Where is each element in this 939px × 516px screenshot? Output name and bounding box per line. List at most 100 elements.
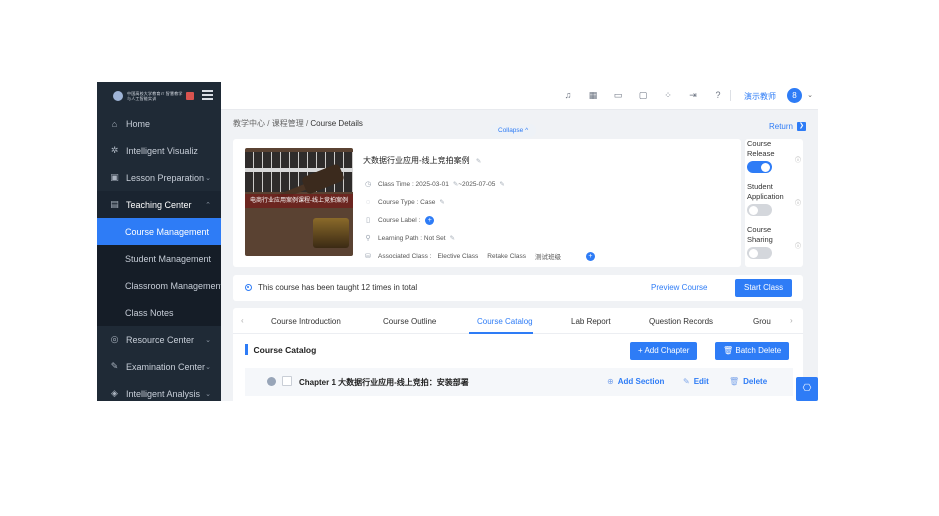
- sidebar-item-teaching-center[interactable]: ▤ Teaching Center ⌃: [97, 191, 221, 218]
- student-application-toggle[interactable]: [747, 204, 772, 216]
- section-title: Course Catalog: [245, 344, 316, 355]
- course-settings-panel: Course Release ⓘ Student Application ⓘ C…: [745, 139, 803, 267]
- calendar-icon[interactable]: ▦: [588, 90, 598, 101]
- class-time-end: ~2025-07-05: [458, 180, 496, 188]
- course-info-card: 电商行业应用案例课程-线上竞拍案例 大数据行业应用-线上竞拍案例 ✎ ◷ Cla…: [233, 139, 741, 267]
- return-label: Return: [768, 122, 793, 131]
- tag-icon: ▯: [366, 217, 370, 224]
- chevron-down-icon: ⌄: [205, 390, 211, 398]
- lesson-icon: ▣: [110, 172, 119, 182]
- sidebar: 中国高校大学教育IT 智慧教学与人工智能实训 ⌂ Home ✲ Intellig…: [97, 82, 221, 401]
- toggle-knob: [761, 162, 770, 172]
- course-release-toggle[interactable]: [747, 161, 772, 173]
- sidebar-item-intelligent-visualization[interactable]: ✲ Intelligent Visualiz: [97, 137, 221, 164]
- tab-lab-report[interactable]: Lab Report: [571, 317, 611, 326]
- sidebar-item-label: Course Management: [125, 226, 210, 237]
- tab-group[interactable]: Grou: [753, 317, 783, 326]
- edit-icon: ✎: [683, 377, 690, 386]
- collapse-button[interactable]: Collapse ^: [490, 124, 537, 137]
- help-icon[interactable]: ⓘ: [795, 198, 801, 207]
- add-chapter-button[interactable]: + Add Chapter: [630, 342, 698, 360]
- class-group-icon: ⛁: [365, 253, 371, 260]
- edit-button[interactable]: ✎ Edit: [683, 377, 709, 386]
- sidebar-item-classroom-management[interactable]: Classroom Management: [97, 272, 221, 299]
- tabs-scroll-left-icon[interactable]: ‹: [241, 316, 244, 325]
- tab-course-catalog[interactable]: Course Catalog: [477, 317, 533, 326]
- assistant-float-button[interactable]: ⎔: [796, 377, 818, 401]
- logo-badge-icon: [186, 92, 194, 100]
- document-icon[interactable]: ▢: [638, 90, 648, 101]
- sidebar-item-lesson-preparation[interactable]: ▣ Lesson Preparation ⌄: [97, 164, 221, 191]
- add-circle-icon: ⊕: [607, 377, 614, 386]
- chevron-down-icon[interactable]: ⌄: [807, 91, 813, 99]
- info-dot-icon: [245, 284, 252, 291]
- sidebar-item-intelligent-analysis[interactable]: ◈ Intelligent Analysis ⌄: [97, 380, 221, 401]
- batch-delete-button[interactable]: 🗑 Batch Delete: [715, 342, 790, 360]
- class-tag: Retake Class: [487, 252, 526, 260]
- delete-label: Delete: [743, 377, 768, 386]
- help-icon[interactable]: ⓘ: [795, 155, 801, 164]
- start-class-button[interactable]: Start Class: [735, 279, 793, 297]
- tab-course-outline[interactable]: Course Outline: [383, 317, 436, 326]
- breadcrumb-current: Course Details: [310, 119, 363, 128]
- sidebar-nav: ⌂ Home ✲ Intelligent Visualiz ▣ Lesson P…: [97, 110, 221, 401]
- course-title: 大数据行业应用-线上竞拍案例: [363, 156, 470, 165]
- expand-toggle-icon[interactable]: [267, 377, 276, 386]
- sidebar-item-label: Examination Center: [126, 361, 206, 372]
- export-icon[interactable]: ⇥: [688, 90, 698, 101]
- help-icon[interactable]: ?: [713, 90, 723, 101]
- return-arrow-icon: ❯: [797, 122, 806, 131]
- menu-fold-icon[interactable]: [202, 90, 213, 100]
- add-label-icon[interactable]: +: [425, 215, 435, 225]
- catalog-title: Course Catalog: [253, 344, 317, 355]
- sidebar-item-course-management[interactable]: Course Management: [97, 218, 221, 245]
- breadcrumb-separator: /: [267, 119, 270, 128]
- learning-path: Learning Path : Not Set: [378, 234, 446, 242]
- sidebar-item-student-management[interactable]: Student Management: [97, 245, 221, 272]
- course-sharing-toggle[interactable]: [747, 247, 772, 259]
- tab-course-introduction[interactable]: Course Introduction: [271, 317, 341, 326]
- chapter-row: Chapter 1 大数据行业应用-线上竞拍：安装部署 ⊕ Add Section…: [245, 368, 793, 396]
- chevron-down-icon: ⌄: [205, 336, 211, 344]
- message-icon[interactable]: ▭: [613, 90, 623, 101]
- trash-icon: 🗑: [723, 346, 734, 355]
- logo-emblem-icon: [113, 91, 123, 101]
- breadcrumb-teaching-center[interactable]: 教学中心: [233, 119, 265, 128]
- fullscreen-icon[interactable]: ⁘: [663, 90, 673, 101]
- preview-course-link[interactable]: Preview Course: [651, 283, 707, 292]
- course-title-row: 大数据行业应用-线上竞拍案例 ✎: [363, 155, 595, 166]
- toggle-knob: [749, 248, 758, 258]
- tabs-scroll-right-icon[interactable]: ›: [790, 316, 793, 325]
- course-release-setting: Course Release ⓘ: [747, 139, 801, 173]
- bell-icon[interactable]: ♫: [563, 90, 573, 101]
- avatar[interactable]: 8: [787, 88, 802, 103]
- sidebar-item-examination-center[interactable]: ✎ Examination Center ⌄: [97, 353, 221, 380]
- breadcrumb-separator: /: [305, 119, 309, 128]
- course-details: 大数据行业应用-线上竞拍案例 ✎ ◷ Class Time : 2025-03-…: [363, 155, 595, 265]
- chapter-checkbox[interactable]: [282, 376, 292, 386]
- exam-icon: ✎: [110, 361, 119, 371]
- return-link[interactable]: Return ❯: [769, 122, 806, 131]
- sidebar-item-resource-center[interactable]: ◎ Resource Center ⌄: [97, 326, 221, 353]
- resource-icon: ◎: [110, 334, 119, 344]
- edit-pencil-icon[interactable]: ✎: [439, 198, 444, 206]
- taught-count: This course has been taught 12 times in …: [245, 283, 417, 292]
- user-name[interactable]: 演示教师: [744, 91, 776, 102]
- edit-pencil-icon[interactable]: ✎: [450, 234, 455, 242]
- help-icon[interactable]: ⓘ: [795, 241, 801, 250]
- course-sharing-label: Course Sharing: [747, 225, 773, 244]
- sidebar-item-class-notes[interactable]: Class Notes: [97, 299, 221, 326]
- breadcrumb-course-management[interactable]: 课程管理: [272, 119, 304, 128]
- add-section-button[interactable]: ⊕ Add Section: [607, 377, 664, 386]
- add-class-icon[interactable]: +: [585, 251, 595, 261]
- student-application-label: Student Application: [747, 182, 784, 201]
- delete-button[interactable]: 🗑 Delete: [729, 377, 767, 386]
- header-divider: [730, 90, 731, 101]
- sidebar-item-home[interactable]: ⌂ Home: [97, 110, 221, 137]
- class-time: Class Time : 2025-03-01: [378, 180, 449, 188]
- edit-pencil-icon[interactable]: ✎: [499, 180, 504, 188]
- tab-question-records[interactable]: Question Records: [649, 317, 713, 326]
- taught-count-text: This course has been taught 12 times in …: [258, 283, 418, 292]
- visualization-icon: ✲: [110, 145, 119, 155]
- edit-pencil-icon[interactable]: ✎: [476, 158, 481, 165]
